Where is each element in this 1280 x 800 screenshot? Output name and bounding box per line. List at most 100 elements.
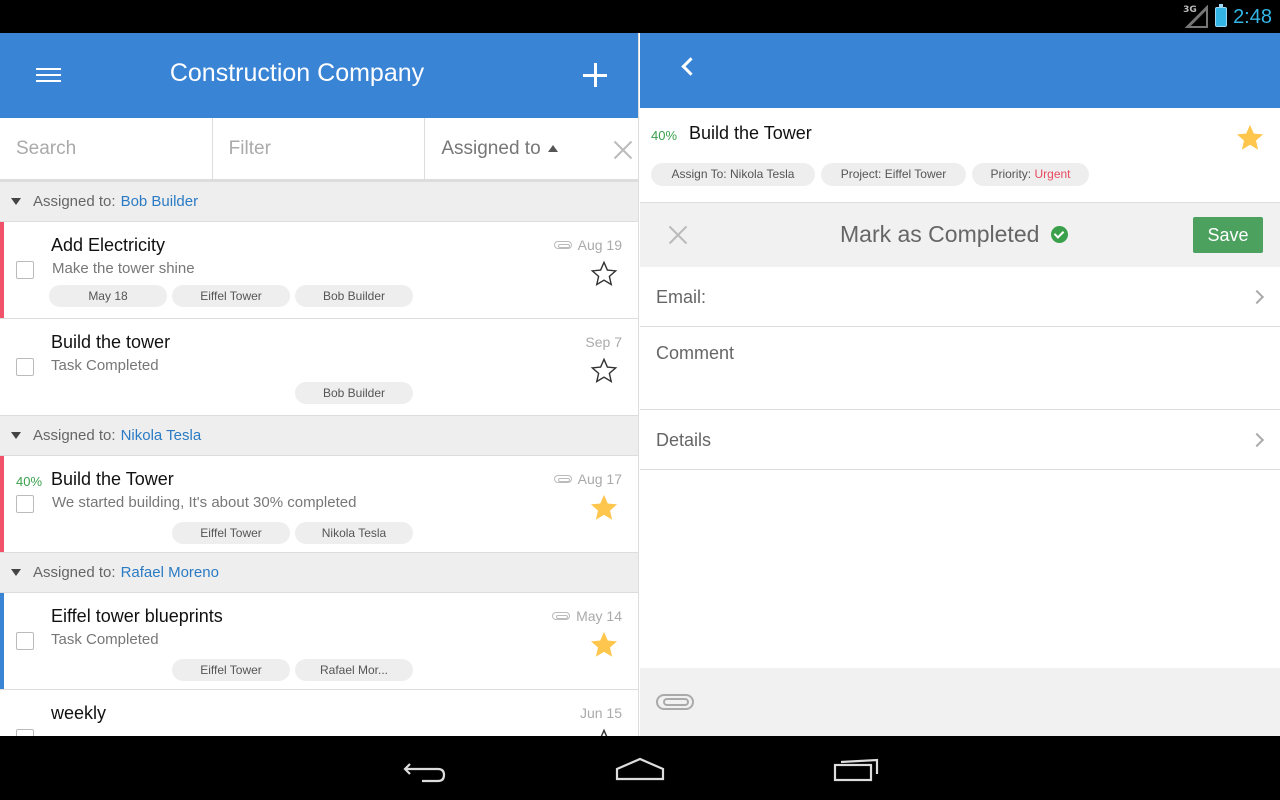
- star-icon[interactable]: [590, 728, 618, 736]
- page-title: Construction Company: [169, 59, 425, 87]
- assign-to-chip[interactable]: Assign To: Nikola Tesla: [651, 163, 815, 186]
- nav-home-icon[interactable]: [615, 754, 665, 784]
- filter-cell: [213, 118, 426, 179]
- tag-assignee: Bob Builder: [295, 382, 413, 404]
- clock: 2:48: [1233, 5, 1272, 28]
- task-title: Add Electricity: [51, 235, 166, 255]
- navigation-bar: [0, 736, 1280, 800]
- chevron-right-icon: [1249, 289, 1265, 305]
- task-checkbox[interactable]: [16, 729, 34, 736]
- mark-complete-bar: Mark as Completed Save: [640, 203, 1280, 267]
- sort-dropdown[interactable]: Assigned to: [425, 118, 638, 179]
- tag-assignee: Bob Builder: [295, 285, 413, 307]
- group-header[interactable]: Assigned to: Bob Builder: [0, 182, 638, 222]
- details-row[interactable]: Details: [640, 410, 1280, 470]
- task-row[interactable]: weekly Jun 15: [0, 690, 638, 736]
- sort-label: Assigned to: [441, 137, 541, 159]
- task-date: Aug 17: [553, 471, 622, 487]
- attachment-icon: [552, 612, 571, 620]
- priority-prefix: Priority:: [990, 167, 1032, 181]
- star-icon[interactable]: [590, 631, 618, 659]
- task-subtitle: Task Completed: [51, 357, 159, 374]
- email-field[interactable]: Email:: [640, 267, 1280, 327]
- star-icon[interactable]: [590, 357, 618, 385]
- group-name[interactable]: Rafael Moreno: [121, 564, 219, 581]
- mark-as-completed-label: Mark as Completed: [840, 221, 1040, 247]
- task-title: Eiffel tower blueprints: [51, 606, 223, 626]
- task-tags: Eiffel Tower Nikola Tesla: [49, 522, 419, 544]
- star-icon[interactable]: [590, 494, 618, 522]
- task-date-text: May 14: [576, 608, 622, 624]
- assign-prefix: Assign To:: [671, 167, 727, 181]
- task-subtitle: Make the tower shine: [52, 260, 195, 277]
- star-icon[interactable]: [1236, 124, 1264, 152]
- task-detail-pane: 40% Build the Tower Assign To: Nikola Te…: [640, 33, 1280, 736]
- task-date-text: Sep 7: [585, 334, 622, 350]
- task-checkbox[interactable]: [16, 261, 34, 279]
- tag-assignee: Rafael Mor...: [295, 659, 413, 681]
- task-row[interactable]: Add Electricity Make the tower shine Aug…: [0, 222, 638, 319]
- tag-assignee: Nikola Tesla: [295, 522, 413, 544]
- task-tags: May 18 Eiffel Tower Bob Builder: [49, 285, 419, 307]
- group-name[interactable]: Bob Builder: [121, 193, 199, 210]
- task-subtitle: Task Completed: [51, 631, 159, 648]
- task-title: weekly: [51, 703, 107, 723]
- task-date: Jun 15: [580, 705, 622, 721]
- task-progress: 40%: [651, 128, 678, 143]
- project-prefix: Project:: [840, 167, 882, 181]
- task-date-text: Aug 17: [577, 471, 622, 487]
- battery-icon: [1215, 4, 1228, 27]
- mark-as-completed[interactable]: Mark as Completed: [840, 221, 1069, 248]
- app: Construction Company Assigned to Assigne…: [0, 33, 1280, 736]
- project-chip[interactable]: Project: Eiffel Tower: [821, 163, 966, 186]
- task-row[interactable]: Eiffel tower blueprints Task Completed M…: [0, 593, 638, 690]
- details-label: Details: [656, 430, 712, 450]
- nav-back-icon[interactable]: [400, 754, 450, 784]
- chevron-right-icon: [1249, 432, 1265, 448]
- group-prefix: Assigned to:: [33, 193, 116, 210]
- priority-chip[interactable]: Priority: Urgent: [972, 163, 1089, 186]
- group-prefix: Assigned to:: [33, 427, 116, 444]
- task-row[interactable]: 40% Build the Tower We started building,…: [0, 456, 638, 553]
- project-value: Eiffel Tower: [884, 167, 947, 181]
- task-detail-header: 40% Build the Tower Assign To: Nikola Te…: [640, 108, 1280, 203]
- back-icon[interactable]: [676, 55, 700, 79]
- collapse-triangle-icon: [11, 569, 21, 576]
- priority-bar: [0, 456, 4, 552]
- star-icon[interactable]: [590, 260, 618, 288]
- attachment-icon[interactable]: [656, 694, 694, 712]
- task-title: Build the tower: [51, 332, 171, 352]
- group-header[interactable]: Assigned to: Rafael Moreno: [0, 553, 638, 593]
- collapse-triangle-icon: [11, 432, 21, 439]
- tag-project: Eiffel Tower: [172, 659, 290, 681]
- group-name[interactable]: Nikola Tesla: [121, 427, 202, 444]
- save-button[interactable]: Save: [1193, 217, 1263, 253]
- filter-input[interactable]: [228, 137, 409, 160]
- task-date-text: Jun 15: [579, 705, 622, 721]
- network-label: 3G: [1183, 5, 1197, 15]
- attachment-icon: [553, 475, 572, 483]
- task-checkbox[interactable]: [16, 632, 34, 650]
- signal-icon: 3G: [1183, 4, 1209, 29]
- close-icon[interactable]: [668, 225, 688, 245]
- search-input[interactable]: [16, 137, 196, 160]
- task-title: Build the Tower: [51, 469, 174, 489]
- task-progress: 40%: [16, 474, 43, 489]
- nav-recent-icon[interactable]: [832, 754, 882, 784]
- group-prefix: Assigned to:: [33, 564, 116, 581]
- priority-bar: [0, 222, 4, 318]
- tag-project: Eiffel Tower: [172, 522, 290, 544]
- group-header[interactable]: Assigned to: Nikola Tesla: [0, 416, 638, 456]
- check-circle-icon: [1051, 226, 1069, 243]
- comment-field[interactable]: Comment: [640, 327, 1280, 410]
- task-date: May 14: [552, 608, 622, 624]
- add-icon[interactable]: [583, 63, 607, 87]
- tag-due-date: May 18: [49, 285, 167, 307]
- left-header: Construction Company: [0, 33, 638, 118]
- task-checkbox[interactable]: [16, 495, 34, 513]
- task-title: Build the Tower: [689, 123, 812, 143]
- task-row[interactable]: Build the tower Task Completed Sep 7 Bob…: [0, 319, 638, 416]
- task-date-text: Aug 19: [577, 237, 622, 253]
- task-checkbox[interactable]: [16, 358, 34, 376]
- clear-filter-icon[interactable]: [612, 139, 634, 161]
